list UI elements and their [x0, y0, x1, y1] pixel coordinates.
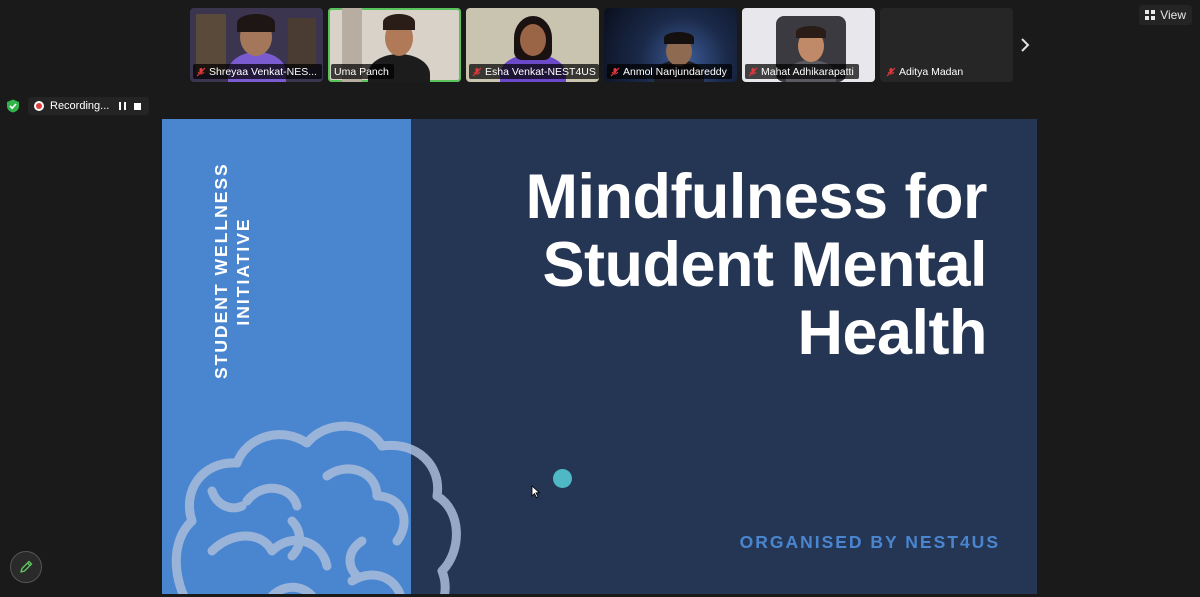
participant-tile[interactable]: Anmol Nanjundareddy	[604, 8, 737, 82]
recording-indicator: Recording...	[28, 97, 150, 115]
slide-title-line3: Health	[797, 298, 987, 368]
annotate-button[interactable]	[10, 551, 42, 583]
slide-title: Mindfulness for Student Mental Health	[427, 162, 988, 368]
meeting-status-bar: Recording...	[6, 97, 150, 115]
participant-nameplate: Aditya Madan	[883, 64, 968, 79]
shared-screen-slide: STUDENT WELLNESS INITIATIVE Mindfulness …	[162, 119, 1037, 594]
muted-mic-icon	[748, 67, 758, 76]
muted-mic-icon	[472, 67, 482, 76]
participant-tile[interactable]: Uma Panch	[328, 8, 461, 82]
participant-nameplate: Uma Panch	[331, 64, 394, 79]
slide-title-line1: Mindfulness for	[525, 162, 988, 232]
gallery-next-button[interactable]	[1016, 36, 1034, 54]
pause-icon[interactable]	[119, 102, 127, 110]
participant-tile[interactable]: Shreyaa Venkat-NES...	[190, 8, 323, 82]
pencil-icon	[20, 560, 33, 573]
participant-name: Shreyaa Venkat-NES...	[209, 65, 317, 78]
participant-tile[interactable]: Mahat Adhikarapatti	[742, 8, 875, 82]
chevron-right-icon	[1021, 38, 1030, 52]
grid-icon	[1145, 10, 1156, 20]
muted-mic-icon	[196, 67, 206, 76]
participant-name: Uma Panch	[334, 65, 389, 78]
participant-tile[interactable]: Aditya Madan	[880, 8, 1013, 82]
view-label: View	[1160, 8, 1186, 22]
slide-side-text: STUDENT WELLNESS INITIATIVE	[210, 162, 254, 379]
slide-title-line2: Student Mental	[542, 230, 988, 300]
slide-organiser-text: ORGANISED BY NEST4US	[739, 532, 1000, 552]
laser-pointer-dot	[553, 469, 572, 488]
participant-nameplate: Mahat Adhikarapatti	[745, 64, 859, 79]
participant-gallery: Shreyaa Venkat-NES... Uma Panch Esha Ven…	[190, 8, 1013, 82]
participant-name: Aditya Madan	[899, 65, 964, 78]
participant-name: Anmol Nanjundareddy	[623, 65, 727, 78]
participant-nameplate: Shreyaa Venkat-NES...	[193, 64, 322, 79]
mouse-cursor-icon	[531, 485, 541, 498]
slide-side-text-line1: STUDENT WELLNESS	[211, 162, 231, 379]
recording-label: Recording...	[50, 100, 110, 112]
muted-mic-icon	[886, 67, 896, 76]
record-icon	[34, 101, 44, 111]
participant-nameplate: Anmol Nanjundareddy	[607, 64, 732, 79]
participant-name: Mahat Adhikarapatti	[761, 65, 854, 78]
brain-icon	[171, 421, 461, 594]
participant-tile[interactable]: Esha Venkat-NEST4US	[466, 8, 599, 82]
stop-icon[interactable]	[134, 102, 142, 110]
slide-side-text-line2: INITIATIVE	[233, 217, 253, 326]
participant-name: Esha Venkat-NEST4US	[485, 65, 596, 78]
shield-check-icon[interactable]	[6, 99, 20, 113]
muted-mic-icon	[610, 67, 620, 76]
participant-nameplate: Esha Venkat-NEST4US	[469, 64, 599, 79]
view-button[interactable]: View	[1139, 5, 1192, 25]
